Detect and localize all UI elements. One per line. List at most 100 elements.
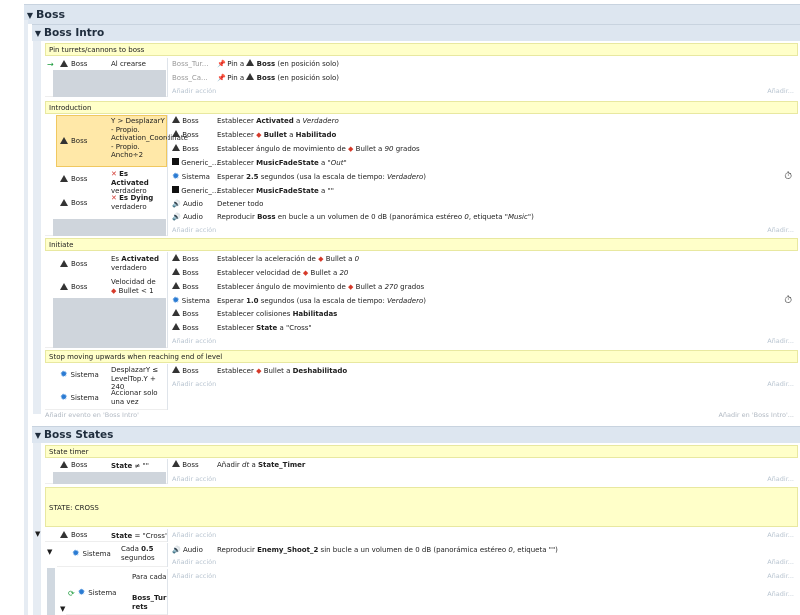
column-divider xyxy=(167,529,168,542)
collapse-icon[interactable]: ▼ xyxy=(32,26,44,42)
action-row[interactable]: Boss Establecer ángulo de movimiento de ◆… xyxy=(172,143,798,155)
boss-icon xyxy=(246,73,254,81)
condition-object: ⟳ ✹ Sistema xyxy=(68,588,117,598)
action-row[interactable]: Boss Establecer colisiones Habilitadas xyxy=(172,308,798,320)
comment-stop[interactable]: Stop moving upwards when reaching end of… xyxy=(45,350,798,363)
boss-icon xyxy=(60,199,68,207)
bullet-behavior-icon: ◆ xyxy=(348,283,354,291)
generic-object-icon xyxy=(172,186,179,193)
action-row[interactable]: 🔊 Audio Detener todo xyxy=(172,198,798,210)
column-divider xyxy=(167,569,168,615)
speaker-icon: 🔊 xyxy=(172,546,181,554)
speaker-icon: 🔊 xyxy=(172,200,181,208)
nested-gutter xyxy=(47,568,55,615)
action-row[interactable]: Boss Establecer ángulo de movimiento de ◆… xyxy=(172,281,798,293)
action-row[interactable]: Boss_Ca... 📌 Pin a Boss (en posición solo… xyxy=(172,72,798,84)
action-row[interactable]: ✹ Sistema Esperar 1.0 segundos (usa la es… xyxy=(172,295,798,307)
condition-text[interactable]: Para cada xyxy=(132,573,167,582)
action-row[interactable]: Boss Establecer State a "Cross" xyxy=(172,322,798,334)
boss-icon xyxy=(172,460,180,468)
subgroup-gutter xyxy=(33,443,41,615)
invert-x-icon: ✕ xyxy=(111,194,117,202)
action-row[interactable]: Boss_Tur... 📌 Pin a Boss (en posición sol… xyxy=(172,58,798,70)
condition-text[interactable]: State ≠ "" xyxy=(111,462,149,471)
add-in-link[interactable]: Añadir en 'Boss Intro'... xyxy=(718,411,794,419)
action-row[interactable]: Boss Establecer la aceleración de ◆ Bulle… xyxy=(172,253,798,265)
add-action-button[interactable]: Añadir acción Añadir... xyxy=(172,336,798,347)
condition-object: Boss xyxy=(60,60,87,68)
condition-text[interactable]: Es Activated verdadero xyxy=(111,255,167,272)
comment-state-timer[interactable]: State timer xyxy=(45,445,798,458)
subgroup-gutter xyxy=(33,41,41,414)
add-action-button[interactable]: Añadir acción Añadir... xyxy=(172,530,798,541)
boss-icon xyxy=(60,260,68,268)
collapse-icon[interactable]: ▼ xyxy=(47,548,52,556)
trigger-arrow-icon: → xyxy=(47,60,54,69)
boss-icon xyxy=(172,116,180,124)
condition-object: Boss xyxy=(60,199,87,207)
condition-text[interactable]: Y > DesplazarY - Propio. Activation_Coor… xyxy=(111,117,188,160)
action-row[interactable]: Generic_...Establecer MusicFadeState a "… xyxy=(172,157,798,169)
condition-empty-area xyxy=(53,472,166,484)
condition-text[interactable]: Al crearse xyxy=(111,60,146,69)
condition-object: ✹ Sistema xyxy=(72,549,111,559)
comment-intro[interactable]: Introduction xyxy=(45,101,798,114)
collapse-icon[interactable]: ▼ xyxy=(35,530,40,538)
loop-icon: ⟳ xyxy=(68,588,75,598)
condition-text[interactable]: DesplazarY ≤ LevelTop.Y + 240 xyxy=(111,366,167,392)
comment-state-cross[interactable]: STATE: CROSS xyxy=(45,487,798,527)
boss-icon xyxy=(60,283,68,291)
add-action-button[interactable]: Añadir acción Añadir... xyxy=(172,86,798,97)
condition-object: Boss xyxy=(60,137,87,145)
add-action-button[interactable]: Añadir acción Añadir... xyxy=(172,557,798,568)
action-row[interactable]: Boss Establecer ◆ Bullet a Deshabilitado xyxy=(172,365,798,377)
condition-text[interactable]: Accionar solo una vez xyxy=(111,389,167,406)
add-action-button[interactable]: Añadir... xyxy=(172,589,798,600)
action-row[interactable]: Boss Establecer velocidad de ◆ Bullet a 2… xyxy=(172,267,798,279)
condition-text[interactable]: Cada 0.5 segundos xyxy=(121,545,167,562)
add-action-button[interactable]: Añadir acción Añadir... xyxy=(172,379,798,390)
invert-x-icon: ✕ xyxy=(111,170,117,178)
boss-icon xyxy=(172,130,180,138)
condition-text[interactable]: ✕ Es Dying verdadero xyxy=(111,194,167,211)
timer-icon: ⏱ xyxy=(784,171,792,182)
group-boss-states[interactable]: ▼ Boss States xyxy=(32,426,800,443)
comment-pin[interactable]: Pin turrets/cannons to boss xyxy=(45,43,798,56)
add-action-button[interactable]: Añadir acción Añadir... xyxy=(172,225,798,236)
boss-icon xyxy=(172,366,180,374)
condition-object: ✹ Sistema xyxy=(60,393,99,403)
action-row[interactable]: 🔊 Audio Reproducir Boss en bucle a un vol… xyxy=(172,211,798,223)
gear-icon: ✹ xyxy=(72,549,80,559)
group-title: Boss xyxy=(36,8,66,21)
action-row[interactable]: Boss Añadir dt a State_Timer xyxy=(172,459,798,471)
condition-text[interactable]: State = "Cross" xyxy=(111,532,168,541)
action-row[interactable]: Boss Establecer ◆ Bullet a Habilitado xyxy=(172,129,798,141)
add-action-button[interactable]: Añadir acción Añadir... xyxy=(172,571,798,582)
collapse-icon[interactable]: ▼ xyxy=(60,605,65,613)
condition-object-name[interactable]: Boss_Tur rets xyxy=(132,594,167,611)
boss-icon xyxy=(60,175,68,183)
condition-object: Boss xyxy=(60,531,87,539)
bullet-behavior-icon: ◆ xyxy=(256,131,262,139)
action-row[interactable]: 🔊 Audio Reproducir Enemy_Shoot_2 sin bucl… xyxy=(172,544,798,556)
action-row[interactable]: Boss Establecer Activated a Verdadero xyxy=(172,115,798,127)
comment-initiate[interactable]: Initiate xyxy=(45,238,798,251)
column-divider xyxy=(167,364,168,410)
collapse-icon[interactable]: ▼ xyxy=(32,428,44,444)
add-action-button[interactable]: Añadir acción Añadir... xyxy=(172,474,798,485)
action-row[interactable]: Generic_...Establecer MusicFadeState a "… xyxy=(172,185,798,197)
condition-object: Boss xyxy=(60,175,87,183)
group-boss-intro[interactable]: ▼ Boss Intro xyxy=(32,24,800,41)
gear-icon: ✹ xyxy=(60,370,68,380)
condition-text[interactable]: Velocidad de ◆ Bullet < 1 xyxy=(111,278,167,295)
boss-icon xyxy=(60,531,68,539)
condition-text[interactable]: ✕ Es Activated verdadero xyxy=(111,170,167,196)
boss-icon xyxy=(172,282,180,290)
bullet-behavior-icon: ◆ xyxy=(111,286,117,295)
action-row[interactable]: ✹ Sistema Esperar 2.5 segundos (usa la es… xyxy=(172,171,798,183)
group-boss[interactable]: ▼ Boss xyxy=(24,4,800,24)
column-divider xyxy=(167,252,168,348)
add-event-link[interactable]: Añadir evento en 'Boss Intro' xyxy=(45,411,139,419)
boss-icon xyxy=(60,60,68,68)
column-divider xyxy=(167,115,168,236)
